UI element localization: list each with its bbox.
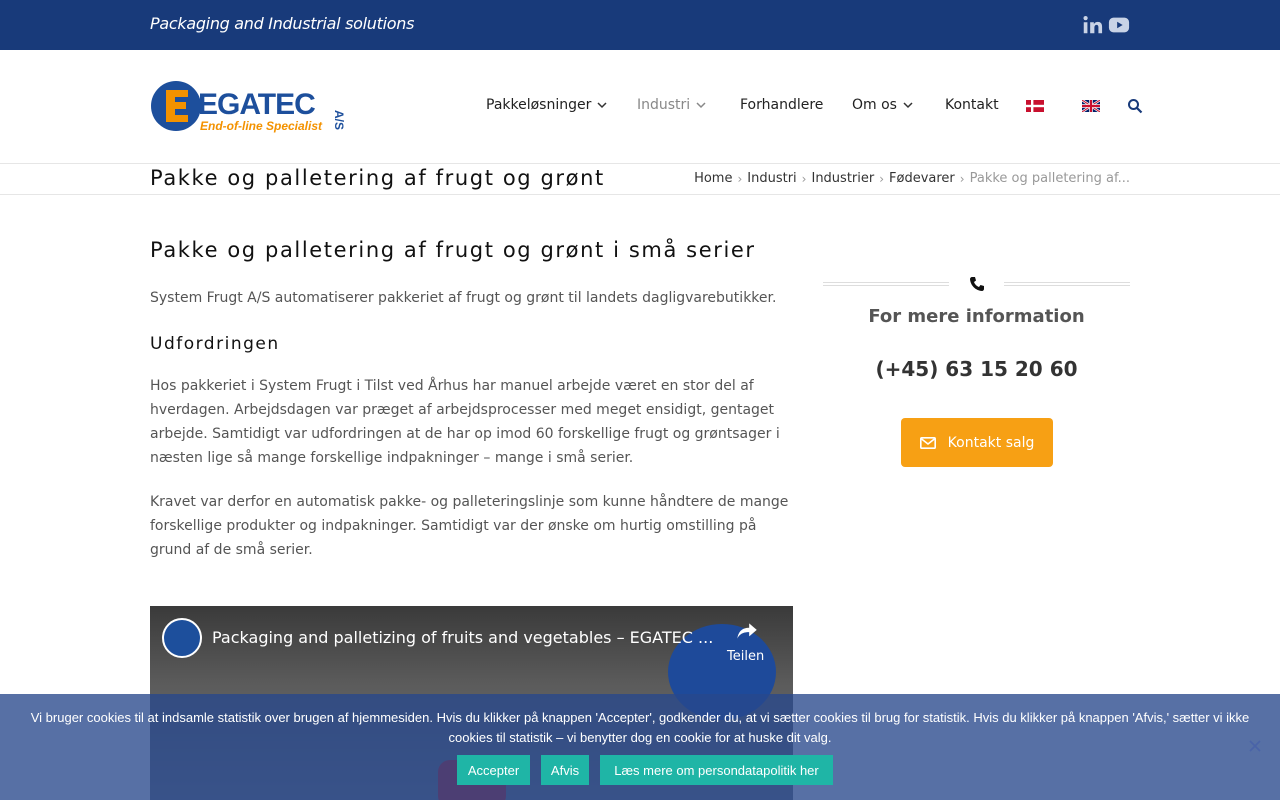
egatec-logo[interactable]: EGATEC A/S End-of-line Specialist bbox=[150, 80, 350, 136]
nav-label: Kontakt bbox=[945, 97, 999, 113]
chevron-down-icon bbox=[903, 102, 913, 109]
breadcrumb-industrier[interactable]: Industrier bbox=[811, 171, 874, 186]
page-title: Pakke og palletering af frugt og grønt bbox=[150, 166, 605, 190]
cookie-accept-button[interactable]: Accepter bbox=[457, 755, 530, 785]
sidebar-phone[interactable]: (+45) 63 15 20 60 bbox=[823, 357, 1130, 381]
divider-line bbox=[823, 282, 949, 286]
nav-item-industri[interactable]: Industri bbox=[637, 97, 706, 113]
logo-slogan: End-of-line Specialist bbox=[200, 119, 323, 133]
contact-sales-label: Kontakt salg bbox=[947, 434, 1035, 451]
logo-brand: EGATEC bbox=[198, 88, 315, 121]
channel-avatar[interactable] bbox=[162, 618, 202, 658]
divider-line bbox=[1004, 282, 1130, 286]
breadcrumb-current: Pakke og palletering af... bbox=[969, 171, 1130, 186]
chevron-right-icon: › bbox=[737, 171, 743, 186]
chevron-right-icon: › bbox=[879, 171, 885, 186]
breadcrumb-home[interactable]: Home bbox=[694, 171, 732, 186]
content-subheading: Udfordringen bbox=[150, 334, 280, 354]
sidebar-title: For mere information bbox=[868, 306, 1085, 327]
breadcrumb-industri[interactable]: Industri bbox=[747, 171, 796, 186]
search-icon[interactable] bbox=[1127, 98, 1143, 114]
requirement-paragraph: Kravet var derfor en automatisk pakke- o… bbox=[150, 494, 789, 558]
video-title[interactable]: Packaging and palletizing of fruits and … bbox=[212, 628, 713, 647]
phone-icon bbox=[970, 277, 984, 291]
chevron-right-icon: › bbox=[959, 171, 965, 186]
cookie-decline-button[interactable]: Afvis bbox=[541, 755, 589, 785]
danish-flag-icon[interactable] bbox=[1026, 100, 1044, 112]
envelope-icon bbox=[919, 436, 936, 449]
nav-item-om-os[interactable]: Om os bbox=[852, 97, 913, 113]
tagline: Packaging and Industrial solutions bbox=[150, 14, 415, 33]
share-label[interactable]: Teilen bbox=[727, 649, 764, 664]
content-heading: Pakke og palletering af frugt og grønt i… bbox=[150, 238, 756, 262]
nav-label: Pakkeløsninger bbox=[486, 97, 592, 113]
main-content: Pakke og palletering af frugt og grønt i… bbox=[150, 236, 793, 582]
youtube-icon[interactable] bbox=[1108, 14, 1130, 36]
intro-paragraph: System Frugt A/S automatiserer pakkeriet… bbox=[150, 290, 777, 306]
logo-suffix: A/S bbox=[332, 110, 346, 130]
chevron-down-icon bbox=[597, 102, 607, 109]
chevron-right-icon: › bbox=[801, 171, 807, 186]
nav-label: Om os bbox=[852, 97, 897, 113]
nav-label: Industri bbox=[637, 97, 691, 113]
nav-label: Forhandlere bbox=[740, 97, 824, 113]
cookie-policy-button[interactable]: Læs mere om persondatapolitik her bbox=[600, 755, 833, 785]
breadcrumb-fodevarer[interactable]: Fødevarer bbox=[889, 171, 955, 186]
chevron-down-icon bbox=[696, 102, 706, 109]
share-icon[interactable] bbox=[727, 618, 767, 644]
challenge-paragraph: Hos pakkeriet i System Frugt i Tilst ved… bbox=[150, 378, 780, 466]
nav-item-kontakt[interactable]: Kontakt bbox=[945, 97, 999, 113]
english-flag-icon[interactable] bbox=[1082, 100, 1100, 112]
cookie-text: Vi bruger cookies til at indsamle statis… bbox=[30, 710, 1250, 745]
nav-item-pakkelosninger[interactable]: Pakkeløsninger bbox=[486, 97, 607, 113]
linkedin-icon[interactable] bbox=[1081, 14, 1103, 36]
nav-item-forhandlere[interactable]: Forhandlere bbox=[740, 97, 823, 113]
contact-sales-button[interactable]: Kontakt salg bbox=[901, 418, 1053, 467]
close-icon[interactable] bbox=[1248, 739, 1262, 753]
breadcrumb: Home › Industri › Industrier › Fødevarer… bbox=[694, 171, 1130, 186]
